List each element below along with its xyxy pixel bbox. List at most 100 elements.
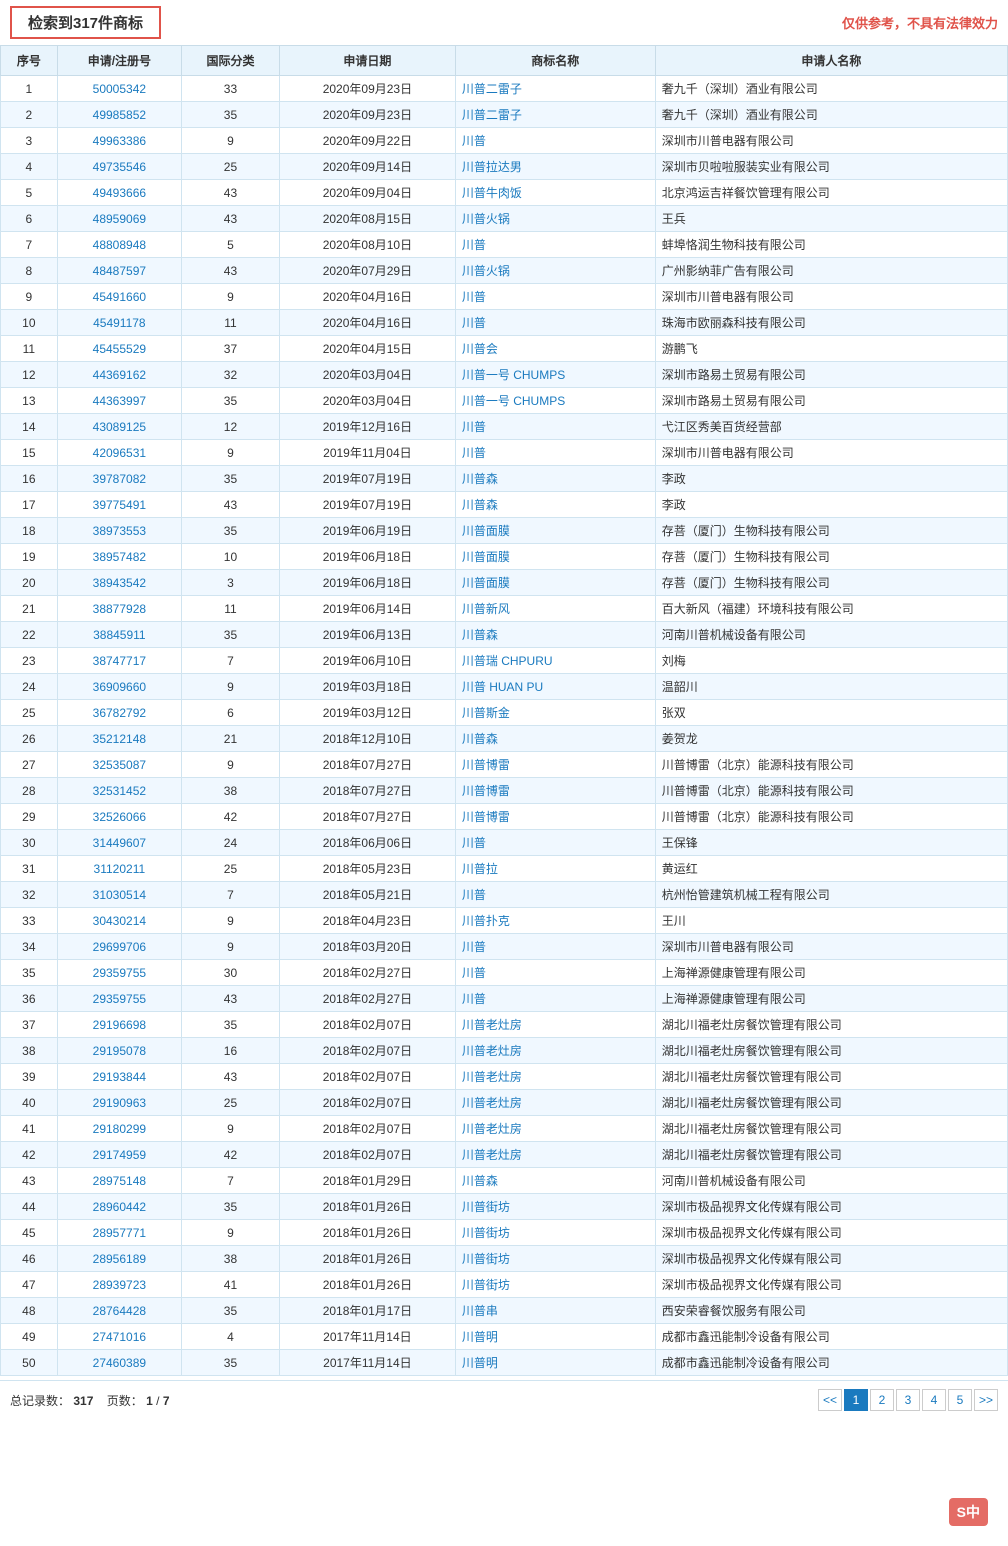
page-btn-5[interactable]: 5 [948, 1389, 972, 1411]
trademark-link[interactable]: 川普森 [462, 1174, 498, 1188]
trademark-link[interactable]: 川普拉达男 [462, 160, 522, 174]
trademark-link[interactable]: 川普森 [462, 732, 498, 746]
trademark-link[interactable]: 川普一号 CHUMPS [462, 368, 565, 382]
cell-trademark-name[interactable]: 川普 HUAN PU [455, 674, 655, 700]
cell-trademark-name[interactable]: 川普博雷 [455, 752, 655, 778]
cell-trademark-name[interactable]: 川普街坊 [455, 1220, 655, 1246]
reg-num-link[interactable]: 28960442 [93, 1200, 146, 1214]
reg-num-link[interactable]: 44363997 [93, 394, 146, 408]
cell-trademark-name[interactable]: 川普斯金 [455, 700, 655, 726]
cell-trademark-name[interactable]: 川普博雷 [455, 804, 655, 830]
reg-num-link[interactable]: 32535087 [93, 758, 146, 772]
cell-trademark-name[interactable]: 川普串 [455, 1298, 655, 1324]
reg-num-link[interactable]: 29196698 [93, 1018, 146, 1032]
cell-reg-num[interactable]: 38973553 [57, 518, 181, 544]
trademark-link[interactable]: 川普博雷 [462, 810, 510, 824]
trademark-link[interactable]: 川普博雷 [462, 784, 510, 798]
cell-reg-num[interactable]: 38747717 [57, 648, 181, 674]
trademark-link[interactable]: 川普会 [462, 342, 498, 356]
cell-reg-num[interactable]: 38943542 [57, 570, 181, 596]
trademark-link[interactable]: 川普扑克 [462, 914, 510, 928]
trademark-link[interactable]: 川普 [462, 238, 486, 252]
reg-num-link[interactable]: 42096531 [93, 446, 146, 460]
cell-trademark-name[interactable]: 川普老灶房 [455, 1038, 655, 1064]
cell-trademark-name[interactable]: 川普森 [455, 466, 655, 492]
cell-reg-num[interactable]: 31120211 [57, 856, 181, 882]
cell-trademark-name[interactable]: 川普二雷子 [455, 76, 655, 102]
reg-num-link[interactable]: 28975148 [93, 1174, 146, 1188]
trademark-link[interactable]: 川普老灶房 [462, 1148, 522, 1162]
cell-reg-num[interactable]: 29359755 [57, 960, 181, 986]
cell-reg-num[interactable]: 28764428 [57, 1298, 181, 1324]
cell-reg-num[interactable]: 48808948 [57, 232, 181, 258]
trademark-link[interactable]: 川普串 [462, 1304, 498, 1318]
trademark-link[interactable]: 川普老灶房 [462, 1018, 522, 1032]
cell-trademark-name[interactable]: 川普拉达男 [455, 154, 655, 180]
reg-num-link[interactable]: 38845911 [93, 628, 146, 642]
reg-num-link[interactable]: 29180299 [93, 1122, 146, 1136]
trademark-link[interactable]: 川普面膜 [462, 576, 510, 590]
cell-reg-num[interactable]: 32531452 [57, 778, 181, 804]
trademark-link[interactable]: 川普老灶房 [462, 1070, 522, 1084]
reg-num-link[interactable]: 38943542 [93, 576, 146, 590]
trademark-link[interactable]: 川普森 [462, 498, 498, 512]
cell-reg-num[interactable]: 36782792 [57, 700, 181, 726]
cell-reg-num[interactable]: 28957771 [57, 1220, 181, 1246]
cell-trademark-name[interactable]: 川普瑞 CHPURU [455, 648, 655, 674]
cell-reg-num[interactable]: 29180299 [57, 1116, 181, 1142]
reg-num-link[interactable]: 31030514 [93, 888, 146, 902]
cell-trademark-name[interactable]: 川普 [455, 284, 655, 310]
cell-reg-num[interactable]: 45491178 [57, 310, 181, 336]
cell-reg-num[interactable]: 48959069 [57, 206, 181, 232]
cell-trademark-name[interactable]: 川普街坊 [455, 1246, 655, 1272]
reg-num-link[interactable]: 27471016 [93, 1330, 146, 1344]
cell-trademark-name[interactable]: 川普二雷子 [455, 102, 655, 128]
cell-trademark-name[interactable]: 川普 [455, 310, 655, 336]
reg-num-link[interactable]: 38957482 [93, 550, 146, 564]
cell-reg-num[interactable]: 29174959 [57, 1142, 181, 1168]
cell-trademark-name[interactable]: 川普森 [455, 1168, 655, 1194]
reg-num-link[interactable]: 45455529 [93, 342, 146, 356]
reg-num-link[interactable]: 49985852 [93, 108, 146, 122]
trademark-link[interactable]: 川普街坊 [462, 1278, 510, 1292]
trademark-link[interactable]: 川普二雷子 [462, 108, 522, 122]
cell-reg-num[interactable]: 31449607 [57, 830, 181, 856]
page-btn-4[interactable]: 4 [922, 1389, 946, 1411]
reg-num-link[interactable]: 29195078 [93, 1044, 146, 1058]
cell-trademark-name[interactable]: 川普 [455, 882, 655, 908]
page-btn-3[interactable]: 3 [896, 1389, 920, 1411]
cell-reg-num[interactable]: 28960442 [57, 1194, 181, 1220]
cell-reg-num[interactable]: 38877928 [57, 596, 181, 622]
cell-reg-num[interactable]: 28939723 [57, 1272, 181, 1298]
trademark-link[interactable]: 川普明 [462, 1330, 498, 1344]
cell-reg-num[interactable]: 49493666 [57, 180, 181, 206]
trademark-link[interactable]: 川普街坊 [462, 1252, 510, 1266]
reg-num-link[interactable]: 49735546 [93, 160, 146, 174]
cell-reg-num[interactable]: 31030514 [57, 882, 181, 908]
cell-reg-num[interactable]: 29359755 [57, 986, 181, 1012]
reg-num-link[interactable]: 29359755 [93, 992, 146, 1006]
cell-trademark-name[interactable]: 川普面膜 [455, 544, 655, 570]
cell-trademark-name[interactable]: 川普 [455, 232, 655, 258]
cell-trademark-name[interactable]: 川普拉 [455, 856, 655, 882]
cell-trademark-name[interactable]: 川普 [455, 414, 655, 440]
cell-reg-num[interactable]: 28956189 [57, 1246, 181, 1272]
cell-reg-num[interactable]: 45491660 [57, 284, 181, 310]
trademark-link[interactable]: 川普 [462, 420, 486, 434]
cell-trademark-name[interactable]: 川普一号 CHUMPS [455, 362, 655, 388]
trademark-link[interactable]: 川普斯金 [462, 706, 510, 720]
cell-reg-num[interactable]: 32535087 [57, 752, 181, 778]
cell-reg-num[interactable]: 45455529 [57, 336, 181, 362]
reg-num-link[interactable]: 50005342 [93, 82, 146, 96]
trademark-link[interactable]: 川普 [462, 966, 486, 980]
cell-trademark-name[interactable]: 川普街坊 [455, 1194, 655, 1220]
reg-num-link[interactable]: 29359755 [93, 966, 146, 980]
reg-num-link[interactable]: 39775491 [93, 498, 146, 512]
trademark-link[interactable]: 川普 HUAN PU [462, 680, 543, 694]
cell-trademark-name[interactable]: 川普面膜 [455, 518, 655, 544]
cell-reg-num[interactable]: 39787082 [57, 466, 181, 492]
cell-reg-num[interactable]: 30430214 [57, 908, 181, 934]
reg-num-link[interactable]: 38747717 [93, 654, 146, 668]
reg-num-link[interactable]: 39787082 [93, 472, 146, 486]
trademark-link[interactable]: 川普明 [462, 1356, 498, 1370]
